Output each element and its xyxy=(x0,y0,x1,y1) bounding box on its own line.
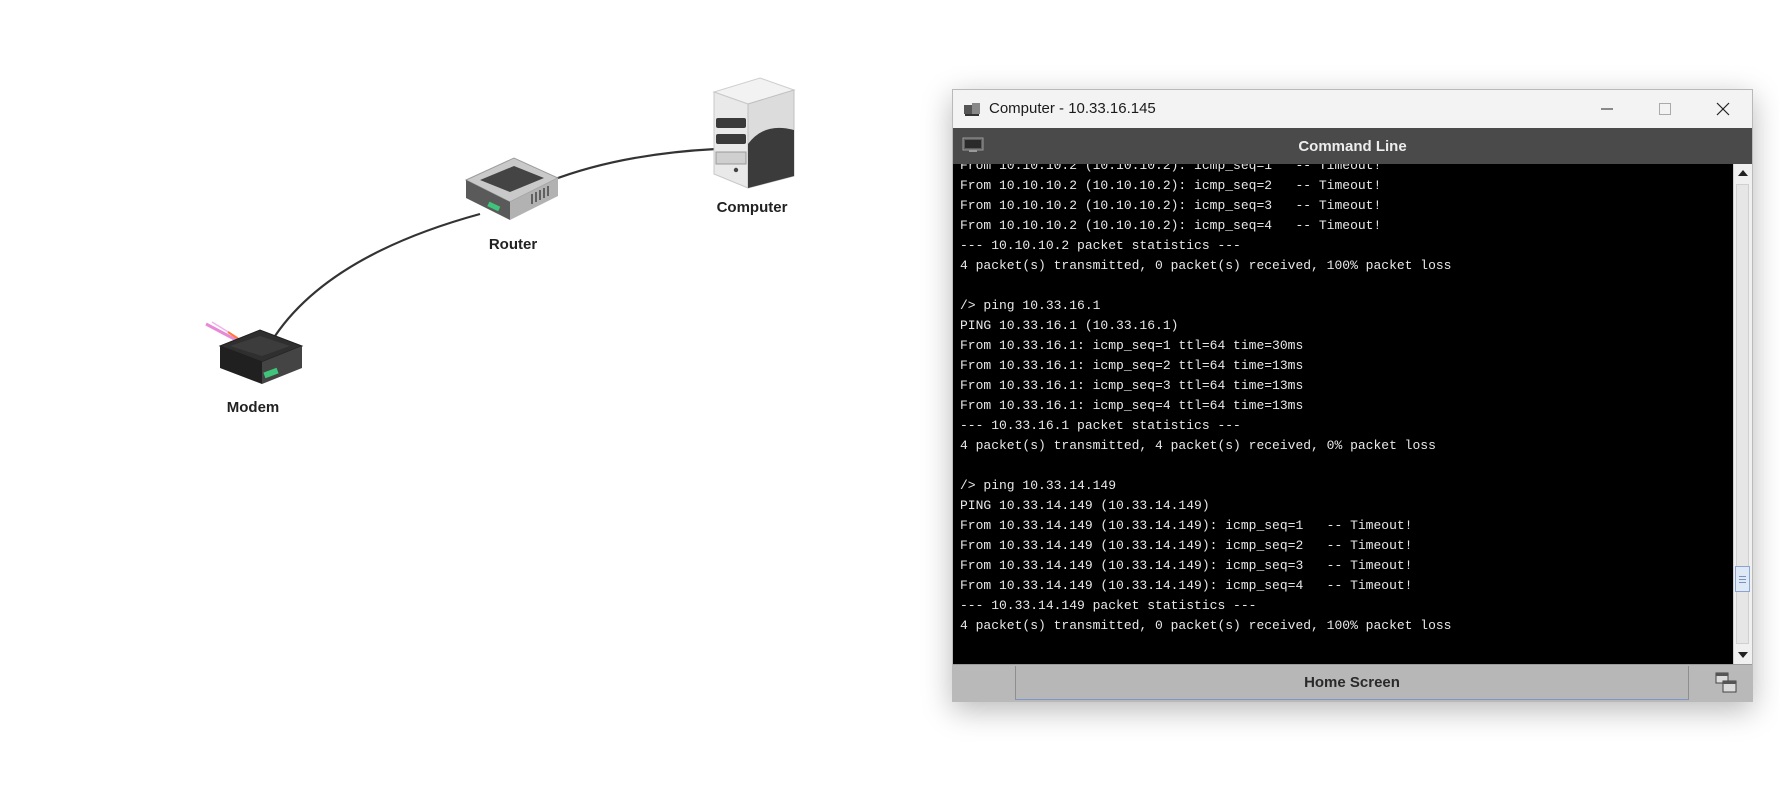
maximize-button[interactable] xyxy=(1636,90,1694,128)
terminal-line: From 10.33.14.149 (10.33.14.149): icmp_s… xyxy=(960,538,1413,553)
vertical-scrollbar[interactable] xyxy=(1733,164,1752,664)
computer-window[interactable]: Computer - 10.33.16.145 Command Line Fro… xyxy=(952,89,1753,702)
window-titlebar[interactable]: Computer - 10.33.16.145 xyxy=(953,90,1752,128)
terminal-line: From 10.33.16.1: icmp_seq=4 ttl=64 time=… xyxy=(960,398,1304,413)
terminal-line: From 10.33.16.1: icmp_seq=3 ttl=64 time=… xyxy=(960,378,1304,393)
terminal-line: From 10.10.10.2 (10.10.10.2): icmp_seq=4… xyxy=(960,218,1382,233)
terminal-lines: From 10.10.10.2 (10.10.10.2): icmp_seq=1… xyxy=(960,164,1451,636)
maximize-icon xyxy=(1659,103,1671,115)
device-label-computer: Computer xyxy=(716,199,788,216)
app-icon xyxy=(964,103,980,116)
close-button[interactable] xyxy=(1694,90,1752,128)
router-icon[interactable] xyxy=(462,154,562,230)
device-label-router: Router xyxy=(488,236,538,253)
terminal-line: --- 10.10.10.2 packet statistics --- xyxy=(960,238,1241,253)
device-label-modem: Modem xyxy=(226,399,280,416)
link-router-computer[interactable] xyxy=(549,147,717,183)
arrow-up-icon xyxy=(1738,170,1748,176)
minimize-icon xyxy=(1601,108,1613,110)
window-title: Computer - 10.33.16.145 xyxy=(989,100,1156,117)
terminal-line: 4 packet(s) transmitted, 0 packet(s) rec… xyxy=(960,258,1452,273)
terminal-line: --- 10.33.14.149 packet statistics --- xyxy=(960,598,1257,613)
command-line-title: Command Line xyxy=(1298,138,1407,155)
close-icon xyxy=(1716,102,1730,116)
scroll-down-button[interactable] xyxy=(1734,646,1752,664)
terminal-output[interactable]: From 10.10.10.2 (10.10.10.2): icmp_seq=1… xyxy=(953,164,1733,664)
terminal-line: From 10.10.10.2 (10.10.10.2): icmp_seq=2… xyxy=(960,178,1382,193)
terminal-line: PING 10.33.16.1 (10.33.16.1) xyxy=(960,318,1179,333)
terminal-line: From 10.33.14.149 (10.33.14.149): icmp_s… xyxy=(960,558,1413,573)
terminal-line: From 10.33.14.149 (10.33.14.149): icmp_s… xyxy=(960,578,1413,593)
terminal-line: /> ping 10.33.16.1 xyxy=(960,298,1101,313)
terminal-line: From 10.10.10.2 (10.10.10.2): icmp_seq=3… xyxy=(960,198,1382,213)
network-links xyxy=(274,147,717,337)
home-screen-button[interactable]: Home Screen xyxy=(1015,666,1689,700)
terminal-line: From 10.10.10.2 (10.10.10.2): icmp_seq=1… xyxy=(960,164,1382,173)
command-line-header: Command Line xyxy=(953,128,1752,164)
terminal-line: 4 packet(s) transmitted, 0 packet(s) rec… xyxy=(960,618,1452,633)
terminal-line: PING 10.33.14.149 (10.33.14.149) xyxy=(960,498,1210,513)
terminal-line: From 10.33.14.149 (10.33.14.149): icmp_s… xyxy=(960,518,1413,533)
computer-icon[interactable] xyxy=(708,74,798,194)
window-footer: Home Screen xyxy=(953,664,1752,701)
windows-stack-icon[interactable] xyxy=(1714,671,1738,695)
terminal-line: From 10.33.16.1: icmp_seq=1 ttl=64 time=… xyxy=(960,338,1304,353)
terminal-line: From 10.33.16.1: icmp_seq=2 ttl=64 time=… xyxy=(960,358,1304,373)
network-canvas[interactable]: Computer Router Modem xyxy=(0,0,940,798)
terminal-line: --- 10.33.16.1 packet statistics --- xyxy=(960,418,1241,433)
terminal-line: 4 packet(s) transmitted, 4 packet(s) rec… xyxy=(960,438,1436,453)
scroll-thumb[interactable] xyxy=(1735,565,1750,592)
terminal-line: /> ping 10.33.14.149 xyxy=(960,478,1117,493)
arrow-down-icon xyxy=(1738,652,1748,658)
minimize-button[interactable] xyxy=(1578,90,1636,128)
modem-icon[interactable] xyxy=(204,318,308,394)
scroll-up-button[interactable] xyxy=(1734,164,1752,182)
